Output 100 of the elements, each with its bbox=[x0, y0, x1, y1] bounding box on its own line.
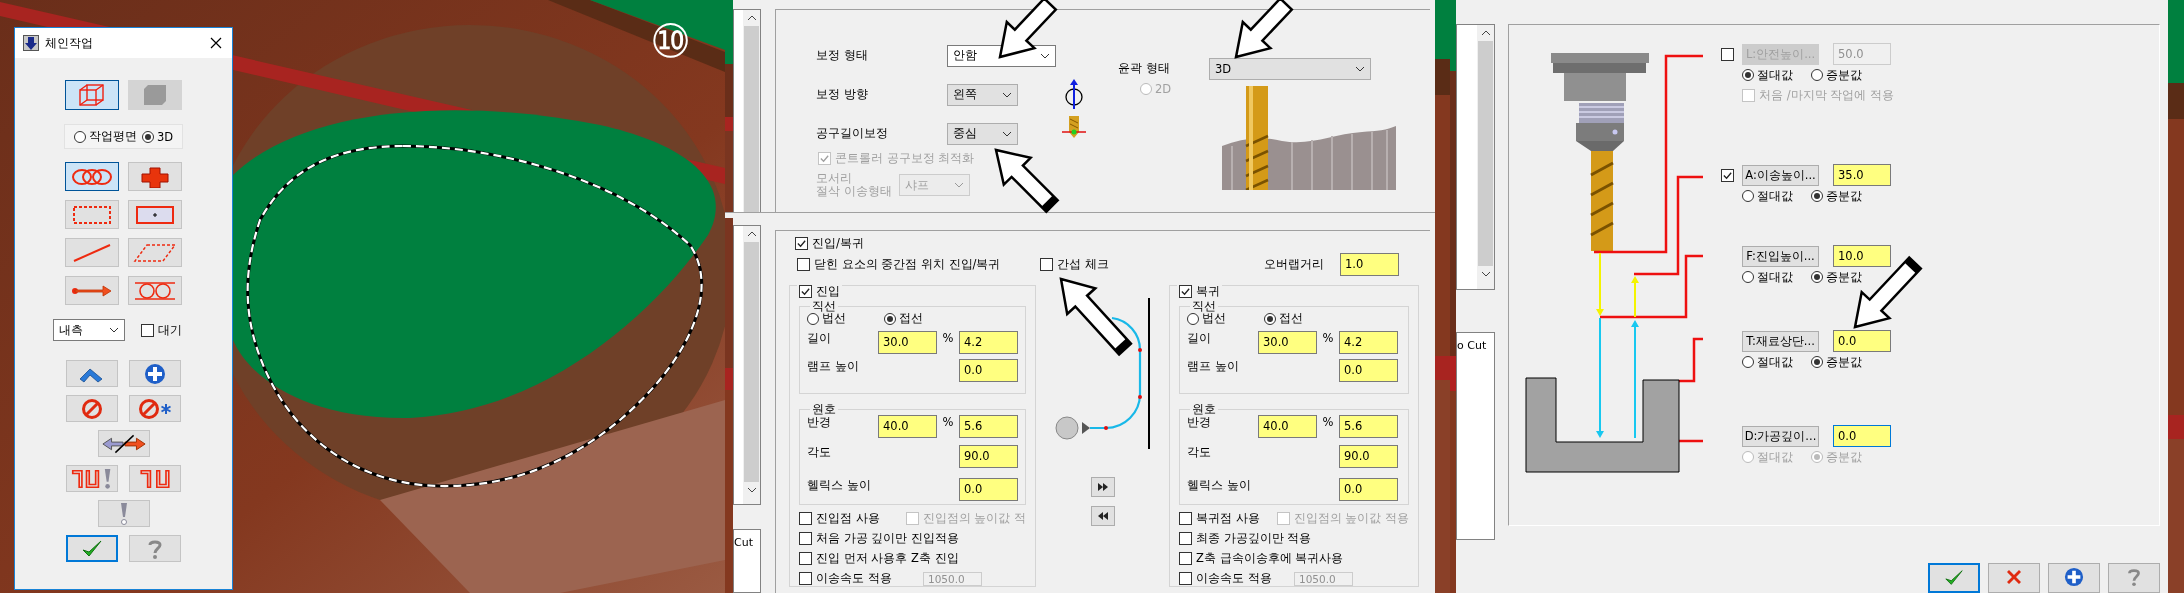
input-field[interactable]: 0.0 bbox=[959, 477, 1018, 501]
chain-tool-button[interactable] bbox=[65, 276, 119, 305]
parallelogram-icon bbox=[133, 241, 177, 264]
add-button[interactable] bbox=[129, 360, 181, 387]
input-field[interactable]: 1.0 bbox=[1340, 252, 1399, 276]
input-field[interactable]: 0.0 bbox=[1339, 477, 1398, 501]
input-field[interactable]: 5.6 bbox=[959, 414, 1018, 438]
prohibited-icon bbox=[81, 397, 103, 420]
input-field[interactable]: 40.0 bbox=[878, 414, 937, 438]
scroll-up-icon[interactable] bbox=[1480, 30, 1491, 36]
field-label: 길이 bbox=[807, 330, 832, 345]
radio-button[interactable]: 법선 bbox=[1187, 311, 1226, 326]
scrollbar[interactable] bbox=[743, 225, 760, 504]
list-box[interactable] bbox=[1456, 24, 1495, 290]
ok-button[interactable] bbox=[1928, 563, 1980, 593]
radio-button[interactable]: 증분값 bbox=[1811, 354, 1862, 370]
dropdown[interactable]: 내측 bbox=[52, 319, 125, 341]
input-field[interactable]: 35.0 bbox=[1833, 164, 1891, 186]
dropdown[interactable]: 3D bbox=[1209, 57, 1371, 80]
scroll-up-icon[interactable] bbox=[746, 15, 757, 21]
input-field[interactable]: 90.0 bbox=[959, 444, 1018, 468]
list-item[interactable]: o Cut bbox=[1457, 339, 1487, 352]
radio-button[interactable]: 절대값 bbox=[1742, 354, 1793, 370]
dropdown[interactable]: 중심 bbox=[947, 122, 1018, 145]
input-field[interactable]: 30.0 bbox=[1258, 330, 1317, 354]
input-field[interactable]: 30.0 bbox=[878, 330, 937, 354]
radio-button[interactable]: 증분값 bbox=[1811, 269, 1862, 285]
ok-button[interactable] bbox=[66, 535, 118, 562]
undo-button[interactable] bbox=[66, 360, 118, 387]
checkbox[interactable]: 진입 bbox=[797, 283, 842, 299]
scroll-up-icon[interactable] bbox=[746, 230, 757, 237]
copy-right-button[interactable] bbox=[1090, 476, 1115, 497]
scrollbar[interactable] bbox=[743, 10, 760, 212]
step-button[interactable] bbox=[129, 465, 181, 492]
checkbox[interactable]: 이송속도 적용 bbox=[1179, 571, 1294, 587]
warning-button[interactable] bbox=[97, 500, 150, 527]
checkbox[interactable]: 복귀점 사용 bbox=[1179, 511, 1277, 527]
scrollbar[interactable] bbox=[1477, 25, 1494, 289]
add-button[interactable] bbox=[2048, 563, 2100, 593]
scroll-down-icon[interactable] bbox=[1480, 271, 1491, 277]
checkbox[interactable]: 간섭 체크 bbox=[1040, 256, 1109, 272]
chain-tool-button[interactable] bbox=[65, 162, 119, 191]
display-mode-button[interactable] bbox=[65, 80, 119, 110]
checkbox[interactable] bbox=[1721, 168, 1734, 182]
step-check-button[interactable] bbox=[66, 465, 118, 492]
chain-tool-button[interactable] bbox=[65, 238, 119, 267]
checkbox[interactable]: 최종 가공깊이만 적용 bbox=[1179, 531, 1312, 547]
radio-button[interactable]: 3D bbox=[141, 129, 174, 144]
height-button[interactable]: F:진입높이... bbox=[1742, 245, 1819, 267]
radio-button[interactable]: 작업평면 bbox=[73, 129, 137, 144]
input-field[interactable]: 40.0 bbox=[1258, 414, 1317, 438]
field-label: 공구길이보정 bbox=[816, 126, 889, 141]
plus-circle-icon bbox=[144, 362, 166, 385]
input-field[interactable]: 4.2 bbox=[1339, 330, 1398, 354]
checkbox[interactable]: 진입/복귀 bbox=[795, 235, 864, 251]
chain-tool-button[interactable] bbox=[128, 276, 182, 305]
radio-button[interactable]: 접선 bbox=[884, 311, 923, 326]
chain-tool-button[interactable] bbox=[128, 162, 182, 191]
checkbox[interactable]: 복귀 bbox=[1177, 283, 1222, 299]
checkbox[interactable]: 대기 bbox=[140, 322, 182, 338]
radio-button[interactable]: 법선 bbox=[807, 311, 846, 326]
chain-tool-button[interactable] bbox=[128, 200, 182, 229]
input-field[interactable]: 0.0 bbox=[1339, 358, 1398, 382]
input-field[interactable]: 4.2 bbox=[959, 330, 1018, 354]
checkbox[interactable]: Z축 급속이송후에 복귀사용 bbox=[1179, 551, 1344, 567]
reverse-button[interactable] bbox=[97, 430, 150, 457]
input-field[interactable]: 0.0 bbox=[1833, 330, 1891, 352]
dropdown[interactable]: 왼쪽 bbox=[947, 83, 1018, 106]
checkbox[interactable]: 진입점 사용 bbox=[799, 511, 906, 527]
chain-tool-button[interactable] bbox=[65, 200, 119, 229]
checkbox[interactable]: 이송속도 적용 bbox=[799, 571, 923, 587]
checkbox[interactable]: 닫힌 요소의 중간점 위치 진입/복귀 bbox=[797, 256, 1040, 272]
height-button[interactable]: D:가공깊이... bbox=[1742, 425, 1819, 447]
input-field[interactable]: 0.0 bbox=[1833, 425, 1891, 447]
remove-all-button[interactable] bbox=[129, 395, 181, 422]
cancel-button[interactable] bbox=[1988, 563, 2040, 593]
help-button[interactable] bbox=[129, 535, 181, 562]
input-field[interactable]: 0.0 bbox=[959, 358, 1018, 382]
radio-button[interactable]: 증분값 bbox=[1811, 188, 1862, 204]
checkbox[interactable]: 진입 먼저 사용후 Z축 진입 bbox=[799, 551, 959, 567]
checkmark-icon bbox=[1944, 568, 1964, 588]
help-button[interactable] bbox=[2108, 563, 2160, 593]
radio-button[interactable]: 절대값 bbox=[1742, 269, 1793, 285]
input-field[interactable]: 10.0 bbox=[1833, 245, 1891, 267]
chevron-down-icon bbox=[954, 182, 964, 188]
input-field[interactable]: 90.0 bbox=[1339, 444, 1398, 468]
list-item[interactable]: Cut bbox=[734, 535, 753, 549]
copy-left-button[interactable] bbox=[1090, 505, 1115, 526]
chain-tool-button[interactable] bbox=[128, 238, 182, 267]
checkbox[interactable]: 처음 가공 깊이만 진입적용 bbox=[799, 531, 959, 547]
scroll-down-icon[interactable] bbox=[746, 486, 757, 493]
height-button[interactable]: A:이송높이... bbox=[1742, 164, 1819, 186]
list-box[interactable] bbox=[733, 224, 761, 505]
remove-button[interactable] bbox=[66, 395, 118, 422]
input-field[interactable]: 5.6 bbox=[1339, 414, 1398, 438]
list-box[interactable] bbox=[733, 9, 761, 212]
height-button[interactable]: T:재료상단... bbox=[1742, 330, 1819, 352]
radio-button[interactable]: 절대값 bbox=[1742, 188, 1793, 204]
close-icon[interactable] bbox=[210, 37, 222, 49]
radio-button[interactable]: 접선 bbox=[1264, 311, 1303, 326]
